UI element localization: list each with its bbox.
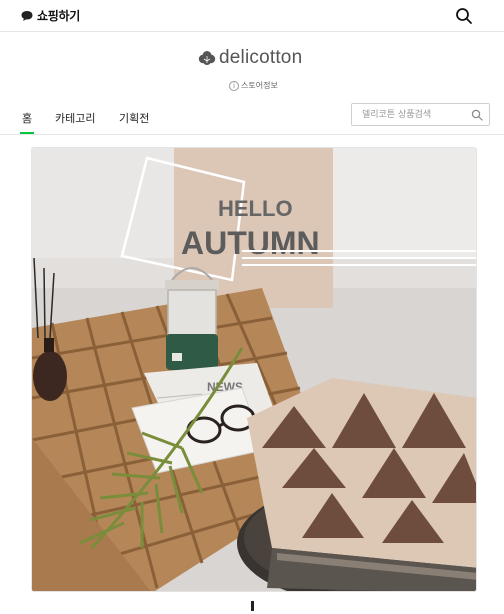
cotton-flower-icon xyxy=(198,51,216,65)
store-name: delicotton xyxy=(219,47,303,68)
shopping-link[interactable]: 쇼핑하기 xyxy=(20,7,80,24)
search-button-icon[interactable] xyxy=(471,109,483,121)
tab-home[interactable]: 홈 xyxy=(22,110,32,126)
product-search-box xyxy=(351,103,490,126)
store-nav: 홈 카테고리 기획전 xyxy=(0,101,504,135)
banner-image: HELLO AUTUMN NEWS xyxy=(32,148,476,591)
shopping-label: 쇼핑하기 xyxy=(37,9,80,23)
tab-exhibition[interactable]: 기획전 xyxy=(119,110,149,126)
headline-autumn: AUTUMN xyxy=(181,225,320,261)
promo-banner[interactable]: HELLO AUTUMN NEWS xyxy=(31,147,477,592)
search-icon[interactable] xyxy=(455,7,473,25)
store-info-link[interactable]: i 스토어정보 xyxy=(229,80,278,91)
speech-bubble-icon xyxy=(21,10,33,21)
store-logo[interactable]: delicotton xyxy=(198,47,302,69)
headline-hello: HELLO xyxy=(218,196,293,221)
active-tab-indicator xyxy=(20,132,34,134)
tab-category[interactable]: 카테고리 xyxy=(55,110,95,126)
store-info-label: 스토어정보 xyxy=(241,81,278,90)
product-search-input[interactable] xyxy=(362,108,467,122)
info-circle-icon: i xyxy=(229,80,239,91)
top-bar: 쇼핑하기 xyxy=(0,0,504,32)
carousel-indicator xyxy=(251,601,254,611)
